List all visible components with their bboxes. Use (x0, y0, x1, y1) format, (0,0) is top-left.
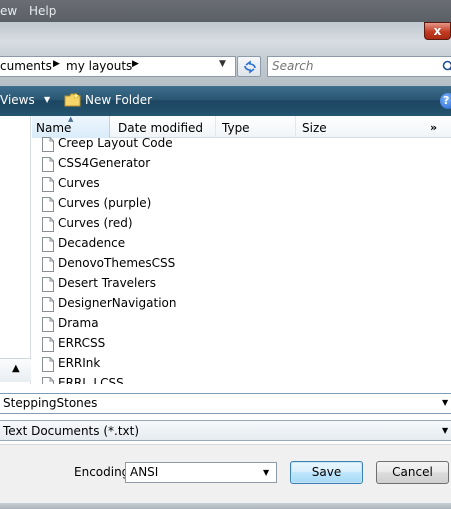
refresh-button[interactable] (237, 56, 261, 77)
more-columns-button[interactable]: » (430, 121, 437, 134)
navigation-pane (0, 116, 31, 384)
file-row[interactable]: CSS4Generator (42, 154, 342, 174)
new-folder-icon (64, 92, 81, 107)
file-name: Drama (58, 316, 99, 330)
column-type-label: Type (222, 121, 250, 135)
text-document-icon (42, 137, 54, 152)
file-name: Creep Layout Code (58, 136, 173, 150)
file-name: CSS4Generator (58, 156, 151, 170)
folders-toggle[interactable]: ▲ (0, 358, 31, 382)
help-icon[interactable]: ? (440, 93, 451, 109)
file-name: DenovoThemesCSS (58, 256, 176, 270)
file-name: DesignerNavigation (58, 296, 177, 310)
file-name: ERRI..LCSS (58, 376, 124, 384)
breadcrumb-separator-icon[interactable]: ▶ (132, 59, 139, 69)
text-document-icon (42, 197, 54, 212)
file-name: ERRInk (58, 356, 101, 370)
text-document-icon (42, 297, 54, 312)
text-document-icon (42, 177, 54, 192)
text-document-icon (42, 257, 54, 272)
file-name: Decadence (58, 236, 126, 250)
file-name: ERRCSS (58, 336, 106, 350)
column-size-label: Size (302, 121, 327, 135)
encoding-select[interactable]: ANSI ▼ (125, 462, 277, 483)
file-row[interactable]: Curves (purple) (42, 194, 342, 214)
address-dropdown-icon[interactable]: ▼ (219, 59, 226, 69)
file-row[interactable]: Curves (red) (42, 214, 342, 234)
filename-dropdown-icon[interactable]: ▼ (442, 398, 448, 407)
file-row[interactable]: Drama (42, 314, 342, 334)
file-name: Curves (red) (58, 216, 133, 230)
menu-view[interactable]: ew (0, 4, 17, 18)
encoding-dropdown-icon: ▼ (263, 468, 270, 477)
save-button[interactable]: Save (290, 461, 363, 484)
breadcrumb-separator-icon[interactable]: ▶ (53, 59, 60, 69)
filename-field[interactable]: ▼ (0, 393, 451, 414)
chevron-up-icon: ▲ (12, 363, 20, 374)
text-document-icon (42, 217, 54, 232)
text-document-icon (42, 377, 54, 384)
file-row[interactable]: Curves (42, 174, 342, 194)
file-row[interactable]: ERRI..LCSS (42, 374, 342, 384)
file-row[interactable]: Desert Travelers (42, 274, 342, 294)
breadcrumb-documents[interactable]: cuments (0, 59, 52, 73)
file-row[interactable]: ERRInk (42, 354, 342, 374)
text-document-icon (42, 317, 54, 332)
close-button[interactable]: x (424, 22, 451, 40)
file-name: Curves (purple) (58, 196, 152, 210)
breadcrumb-my-layouts[interactable]: my layouts (66, 59, 132, 73)
menu-bar: ew Help (0, 0, 451, 22)
file-row[interactable]: DenovoThemesCSS (42, 254, 342, 274)
views-button[interactable]: Views (0, 93, 35, 107)
window-bottom-edge (0, 503, 451, 509)
save-as-type-dropdown-icon[interactable]: ▼ (442, 426, 448, 435)
refresh-icon (244, 60, 256, 74)
file-row[interactable]: DesignerNavigation (42, 294, 342, 314)
encoding-value: ANSI (130, 465, 159, 479)
filename-input[interactable] (3, 396, 423, 410)
search-box[interactable] (267, 56, 451, 77)
column-name-label: Name (36, 121, 72, 135)
file-row[interactable]: ERRCSS (42, 334, 342, 354)
text-document-icon (42, 277, 54, 292)
close-icon: x (433, 24, 442, 38)
text-document-icon (42, 237, 54, 252)
cancel-button[interactable]: Cancel (376, 461, 449, 484)
save-as-type-select[interactable]: Text Documents (*.txt) ▼ (0, 420, 451, 441)
search-icon[interactable] (442, 60, 451, 74)
text-document-icon (42, 157, 54, 172)
text-document-icon (42, 337, 54, 352)
search-input[interactable] (272, 59, 432, 73)
new-folder-button[interactable]: New Folder (85, 93, 152, 107)
save-as-type-value: Text Documents (*.txt) (3, 424, 140, 438)
menu-help[interactable]: Help (29, 4, 56, 18)
sort-ascending-icon: ▲ (68, 116, 74, 123)
file-row[interactable]: Decadence (42, 234, 342, 254)
address-bar[interactable]: cuments ▶ my layouts ▶ ▼ (0, 56, 236, 77)
text-document-icon (42, 357, 54, 372)
file-name: Curves (58, 176, 100, 190)
column-date-modified-label: Date modified (118, 121, 204, 135)
command-bar: Views ▼ New Folder ? (0, 86, 451, 116)
file-row[interactable]: Creep Layout Code (42, 134, 342, 154)
file-name: Desert Travelers (58, 276, 156, 290)
views-dropdown-icon[interactable]: ▼ (44, 95, 50, 104)
file-list: ▲ Name Date modified Type Size » Creep L… (32, 116, 451, 384)
